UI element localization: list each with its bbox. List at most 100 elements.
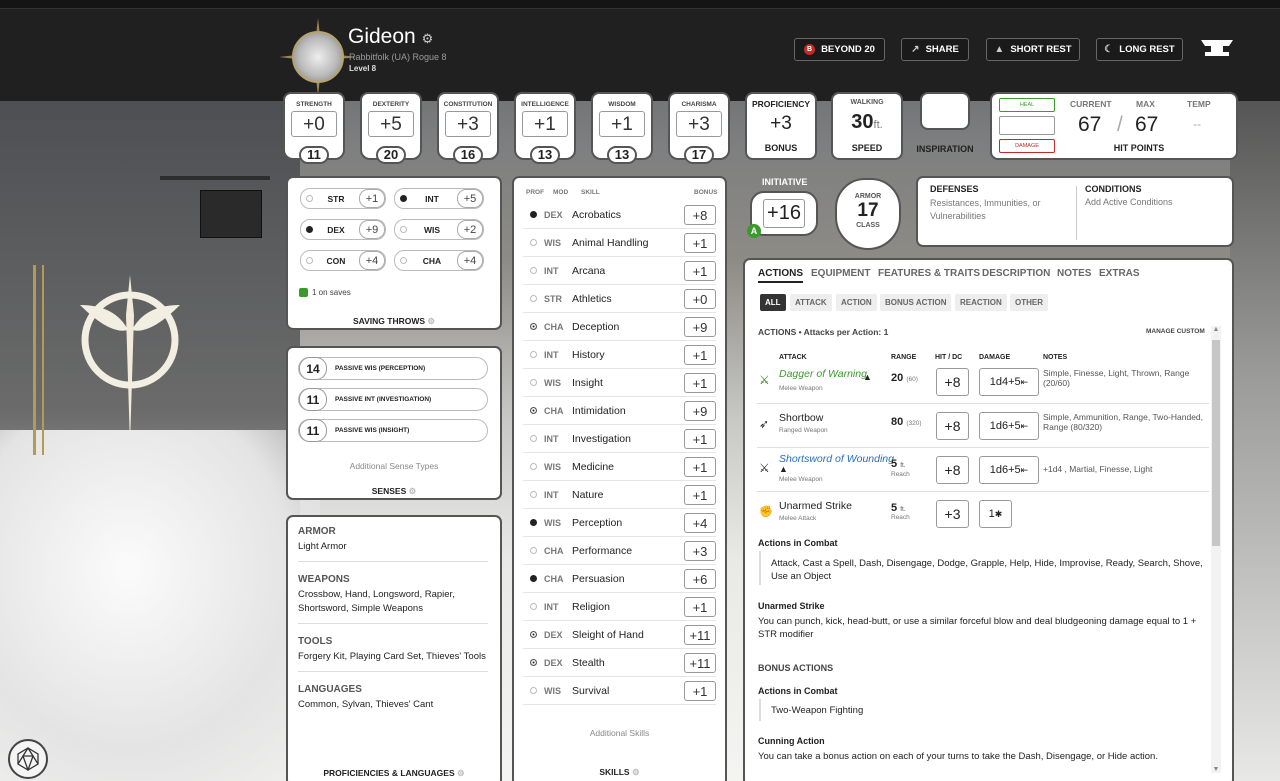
skill-row[interactable]: DEX Sleight of Hand +11 bbox=[523, 621, 716, 649]
skill-bonus[interactable]: +11 bbox=[684, 624, 716, 645]
skill-row[interactable]: DEX Stealth +11 bbox=[523, 649, 716, 677]
settings-gear-icon[interactable]: ⚙ bbox=[422, 31, 434, 46]
skill-bonus[interactable]: +1 bbox=[684, 484, 716, 505]
hp-temp-value[interactable]: -- bbox=[1193, 117, 1201, 131]
attack-damage-button[interactable]: 1✱ bbox=[979, 500, 1012, 528]
attack-damage-button[interactable]: 1d4+5⇤ bbox=[979, 368, 1039, 396]
attack-hit-button[interactable]: +8 bbox=[936, 456, 969, 484]
tab-actions[interactable]: ACTIONS bbox=[758, 268, 803, 283]
character-avatar[interactable] bbox=[279, 18, 357, 96]
defenses-section[interactable]: DEFENSES Resistances, Immunities, or Vul… bbox=[930, 184, 1070, 223]
skill-bonus[interactable]: +1 bbox=[684, 260, 716, 281]
short-rest-button[interactable]: ▲ SHORT REST bbox=[986, 38, 1080, 61]
skill-row[interactable]: WIS Medicine +1 bbox=[523, 453, 716, 481]
skill-row[interactable]: STR Athletics +0 bbox=[523, 285, 716, 313]
skill-row[interactable]: INT Religion +1 bbox=[523, 593, 716, 621]
ability-dexterity[interactable]: DEXTERITY +5 20 bbox=[360, 92, 422, 164]
skill-bonus[interactable]: +3 bbox=[684, 540, 716, 561]
ability-intelligence[interactable]: INTELLIGENCE +1 13 bbox=[514, 92, 576, 164]
tab-description[interactable]: DESCRIPTION bbox=[982, 268, 1050, 279]
settings-gear-icon[interactable]: ⚙ bbox=[457, 768, 465, 778]
skill-row[interactable]: INT Arcana +1 bbox=[523, 257, 716, 285]
scrollbar-thumb[interactable] bbox=[1212, 340, 1220, 546]
attack-damage-button[interactable]: 1d6+5⇤ bbox=[979, 412, 1039, 440]
inspiration-toggle[interactable] bbox=[920, 92, 970, 130]
save-dex[interactable]: DEX +9 bbox=[300, 219, 386, 240]
scroll-down-arrow-icon[interactable]: ▼ bbox=[1211, 766, 1221, 773]
tab-notes[interactable]: NOTES bbox=[1057, 268, 1091, 279]
filter-bonus-action[interactable]: BONUS ACTION bbox=[880, 294, 952, 311]
filter-other[interactable]: OTHER bbox=[1010, 294, 1048, 311]
skill-row[interactable]: WIS Insight +1 bbox=[523, 369, 716, 397]
share-button[interactable]: ↗ SHARE bbox=[901, 38, 969, 61]
tab-extras[interactable]: EXTRAS bbox=[1099, 268, 1140, 279]
heal-button[interactable]: HEAL bbox=[999, 98, 1055, 112]
inspiration-box[interactable]: INSPIRATION bbox=[916, 92, 974, 160]
skill-row[interactable]: WIS Survival +1 bbox=[523, 677, 716, 705]
skill-row[interactable]: WIS Animal Handling +1 bbox=[523, 229, 716, 257]
skill-bonus[interactable]: +1 bbox=[684, 428, 716, 449]
filter-attack[interactable]: ATTACK bbox=[790, 294, 832, 311]
ability-wisdom[interactable]: WISDOM +1 13 bbox=[591, 92, 653, 164]
skill-bonus[interactable]: +11 bbox=[684, 652, 716, 673]
skill-row[interactable]: INT Nature +1 bbox=[523, 481, 716, 509]
additional-skills[interactable]: Additional Skills bbox=[514, 728, 725, 738]
settings-gear-icon[interactable]: ⚙ bbox=[632, 767, 640, 777]
anvil-logo-icon[interactable] bbox=[1199, 34, 1235, 62]
skill-bonus[interactable]: +1 bbox=[684, 232, 716, 253]
skill-bonus[interactable]: +9 bbox=[684, 400, 716, 421]
attack-damage-button[interactable]: 1d6+5⇤ bbox=[979, 456, 1039, 484]
settings-gear-icon[interactable]: ⚙ bbox=[409, 486, 417, 496]
attack-row-dagger[interactable]: ⚔ Dagger of Warning ▲ Melee Weapon 20 (6… bbox=[757, 360, 1209, 404]
skill-bonus[interactable]: +1 bbox=[684, 372, 716, 393]
skill-bonus[interactable]: +4 bbox=[684, 512, 716, 533]
save-wis[interactable]: WIS +2 bbox=[394, 219, 484, 240]
tab-features-traits[interactable]: FEATURES & TRAITS bbox=[878, 268, 980, 279]
hp-current-value[interactable]: 67 bbox=[1078, 113, 1101, 137]
beyond20-button[interactable]: B BEYOND 20 bbox=[794, 38, 885, 61]
ability-strength[interactable]: STRENGTH +0 11 bbox=[283, 92, 345, 164]
dice-roller-button[interactable] bbox=[8, 739, 48, 779]
attack-hit-button[interactable]: +8 bbox=[936, 412, 969, 440]
skill-row[interactable]: CHA Deception +9 bbox=[523, 313, 716, 341]
tab-equipment[interactable]: EQUIPMENT bbox=[811, 268, 870, 279]
skill-bonus[interactable]: +9 bbox=[684, 316, 716, 337]
attack-row-unarmed[interactable]: ✊ Unarmed Strike Melee Attack 5 ft. Reac… bbox=[757, 492, 1209, 536]
skill-bonus[interactable]: +6 bbox=[684, 568, 716, 589]
skill-row[interactable]: CHA Persuasion +6 bbox=[523, 565, 716, 593]
filter-reaction[interactable]: REACTION bbox=[955, 294, 1007, 311]
skill-row[interactable]: INT Investigation +1 bbox=[523, 425, 716, 453]
hp-adjust-input[interactable] bbox=[999, 116, 1055, 135]
skill-bonus[interactable]: +1 bbox=[684, 680, 716, 701]
save-con[interactable]: CON +4 bbox=[300, 250, 386, 271]
actions-scrollbar[interactable]: ▲ ▼ bbox=[1211, 326, 1221, 773]
attack-row-shortbow[interactable]: ➶ Shortbow Ranged Weapon 80 (320) +8 1d6… bbox=[757, 404, 1209, 448]
ability-charisma[interactable]: CHARISMA +3 17 bbox=[668, 92, 730, 164]
skill-row[interactable]: INT History +1 bbox=[523, 341, 716, 369]
skill-bonus[interactable]: +0 bbox=[684, 288, 716, 309]
skill-row[interactable]: DEX Acrobatics +8 bbox=[523, 201, 716, 229]
settings-gear-icon[interactable]: ⚙ bbox=[427, 316, 435, 326]
skill-bonus[interactable]: +1 bbox=[684, 344, 716, 365]
skill-bonus[interactable]: +1 bbox=[684, 596, 716, 617]
manage-custom-link[interactable]: MANAGE CUSTOM bbox=[1146, 328, 1205, 335]
skill-bonus[interactable]: +8 bbox=[684, 204, 716, 225]
skill-row[interactable]: CHA Intimidation +9 bbox=[523, 397, 716, 425]
attack-row-shortsword[interactable]: ⚔ Shortsword of Wounding ▲ Melee Weapon … bbox=[757, 448, 1209, 492]
scroll-up-arrow-icon[interactable]: ▲ bbox=[1211, 326, 1221, 333]
filter-all[interactable]: ALL bbox=[760, 294, 786, 311]
attack-hit-button[interactable]: +8 bbox=[936, 368, 969, 396]
skill-row[interactable]: CHA Performance +3 bbox=[523, 537, 716, 565]
save-cha[interactable]: CHA +4 bbox=[394, 250, 484, 271]
save-str[interactable]: STR +1 bbox=[300, 188, 386, 209]
additional-sense-types[interactable]: Additional Sense Types bbox=[288, 461, 500, 471]
conditions-section[interactable]: CONDITIONS Add Active Conditions bbox=[1085, 184, 1225, 207]
ability-name: CHARISMA bbox=[681, 101, 717, 108]
ability-constitution[interactable]: CONSTITUTION +3 16 bbox=[437, 92, 499, 164]
skill-row[interactable]: WIS Perception +4 bbox=[523, 509, 716, 537]
attack-hit-button[interactable]: +3 bbox=[936, 500, 969, 528]
skill-bonus[interactable]: +1 bbox=[684, 456, 716, 477]
long-rest-button[interactable]: ☾ LONG REST bbox=[1096, 38, 1183, 61]
filter-action[interactable]: ACTION bbox=[836, 294, 877, 311]
save-int[interactable]: INT +5 bbox=[394, 188, 484, 209]
